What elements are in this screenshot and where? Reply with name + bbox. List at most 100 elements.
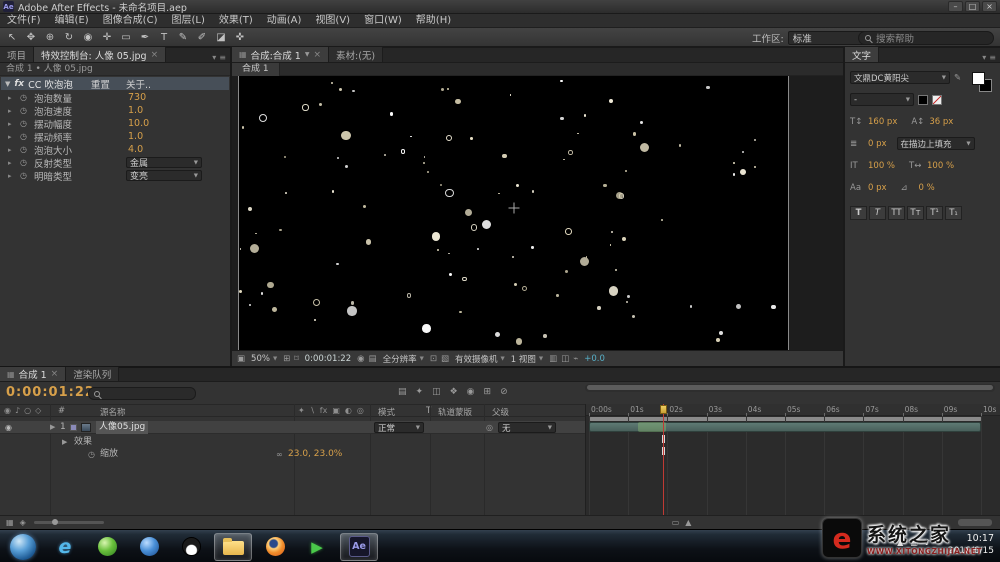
frame-blend-switch-icon[interactable]: ▣ [332, 406, 340, 415]
eye-icon[interactable]: ◉ [5, 421, 12, 434]
zoom-dropdown[interactable]: 50% ▼ [251, 354, 277, 364]
selection-tool-icon[interactable]: ↖ [4, 30, 20, 45]
start-taskbar-button[interactable] [4, 533, 42, 561]
brush-tool-icon[interactable]: ✎ [175, 30, 191, 45]
pickwhip-icon[interactable]: ◎ [486, 421, 493, 434]
property-value[interactable]: 1.0 [128, 105, 143, 116]
playhead-line[interactable] [663, 404, 664, 515]
current-timecode[interactable]: 0:00:01:22 [6, 385, 95, 400]
fill-stroke-mode-dropdown[interactable]: 在描边上填充 ▼ [897, 137, 975, 150]
snapshot-icon[interactable]: ◉ [357, 354, 364, 364]
close-button[interactable]: × [982, 1, 997, 12]
stopwatch-icon[interactable]: ◷ [20, 132, 29, 141]
eyedropper-icon[interactable]: ✎ [954, 73, 968, 83]
parent-dropdown[interactable]: 无 ▼ [498, 422, 556, 433]
panel-menu-icon[interactable]: ≡ [989, 53, 996, 62]
expander-icon[interactable]: ▸ [8, 94, 15, 102]
current-time-indicator[interactable] [660, 405, 667, 414]
menu-item-3[interactable]: 图层(L) [164, 14, 211, 28]
eraser-tool-icon[interactable]: ◪ [213, 30, 229, 45]
timeline-button-icon[interactable]: ⌁ [573, 354, 578, 364]
green-browser-taskbar-button[interactable] [88, 533, 126, 561]
expander-icon[interactable]: ▸ [8, 146, 15, 154]
horizontal-scale-value[interactable]: 100 % [927, 161, 954, 171]
3d-switch-icon[interactable]: ◎ [357, 406, 364, 415]
menu-item-6[interactable]: 视图(V) [308, 14, 357, 28]
stopwatch-icon[interactable]: ◷ [20, 158, 29, 167]
link-dimensions-icon[interactable]: ∞ [276, 448, 283, 461]
exposure-value[interactable]: +0.0 [584, 354, 605, 364]
panel-menu-icon[interactable]: ≡ [219, 53, 226, 62]
expander-icon[interactable]: ▸ [8, 133, 15, 141]
video-eye-icon[interactable]: ◉ [4, 406, 11, 415]
property-dropdown[interactable]: 金属▼ [126, 157, 202, 168]
small-caps-button[interactable]: Tᴛ [907, 206, 924, 220]
comp-breadcrumb-tab[interactable]: 合成 1 [232, 63, 280, 76]
type-tool-icon[interactable]: T [156, 30, 172, 45]
pan-behind-tool-icon[interactable]: ✛ [99, 30, 115, 45]
hand-tool-icon[interactable]: ✥ [23, 30, 39, 45]
zoom-in-icon[interactable]: ▲ [685, 518, 691, 527]
after-effects-taskbar-button[interactable]: Ae [340, 533, 378, 561]
expander-icon[interactable]: ▸ [8, 120, 15, 128]
font-style-dropdown[interactable]: - ▼ [850, 93, 914, 106]
expand-layers-icon[interactable]: ▦ [6, 518, 14, 527]
media-player-taskbar-button[interactable]: ▶ [298, 533, 336, 561]
time-ruler[interactable]: 0:00s01s02s03s04s05s06s07s08s09s10s [586, 404, 1000, 416]
menu-item-8[interactable]: 帮助(H) [409, 14, 458, 28]
close-icon[interactable]: × [313, 50, 321, 60]
no-color-swatch[interactable] [932, 95, 942, 105]
close-icon[interactable]: × [151, 50, 159, 60]
all-caps-button[interactable]: TT [888, 206, 905, 220]
menu-item-4[interactable]: 效果(T) [212, 14, 260, 28]
fx-switch-icon[interactable]: fx [320, 406, 328, 415]
region-of-interest-icon[interactable]: ⊡ [430, 354, 437, 364]
effect-header-row[interactable]: ▼ fx CC 吹泡泡 重置 关于.. [1, 77, 229, 90]
minimize-button[interactable]: – [948, 1, 963, 12]
tab-footage[interactable]: 素材:(无) [329, 47, 383, 62]
audio-icon[interactable]: ♪ [15, 406, 20, 415]
leading-value[interactable]: 36 px [929, 117, 953, 127]
layer-row[interactable]: ◉ ▶ 1 人像05.jpg 正常 ▼ ◎ 无 ▼ [0, 421, 585, 434]
quality-icon[interactable]: ✦ [298, 406, 305, 415]
menu-item-7[interactable]: 窗口(W) [357, 14, 409, 28]
faux-italic-button[interactable]: T [869, 206, 886, 220]
font-family-dropdown[interactable]: 文鼎DC黄阳尖 ▼ [850, 71, 950, 84]
tab-project[interactable]: 项目 [0, 47, 34, 62]
expander-icon[interactable]: ▼ [5, 80, 10, 88]
black-swatch[interactable] [918, 95, 928, 105]
blend-mode-dropdown[interactable]: 正常 ▼ [374, 422, 424, 433]
fast-preview-icon[interactable]: ◫ [561, 354, 569, 364]
view-layout-dropdown[interactable]: 1 视图 ▼ [511, 353, 543, 365]
timeline-search-input[interactable] [88, 387, 196, 400]
mask-visibility-icon[interactable]: ⌑ [294, 354, 298, 364]
qq-taskbar-button[interactable] [172, 533, 210, 561]
expander-icon[interactable]: ▸ [8, 107, 15, 115]
superscript-button[interactable]: T¹ [926, 206, 943, 220]
tab-effect-controls[interactable]: 特效控制台: 人像 05.jpg × [34, 47, 166, 62]
property-value[interactable]: 1.0 [128, 131, 143, 142]
rotation-tool-icon[interactable]: ↻ [61, 30, 77, 45]
hide-shy-icon[interactable]: ◫ [432, 387, 441, 397]
tab-timeline-comp[interactable]: ▦ 合成 1 × [0, 367, 66, 381]
property-value[interactable]: 4.0 [128, 144, 143, 155]
brainstorm-icon[interactable]: ⊘ [500, 387, 508, 397]
subscript-button[interactable]: T₁ [945, 206, 962, 220]
menu-item-5[interactable]: 动画(A) [260, 14, 309, 28]
column-mode[interactable]: 模式 [378, 406, 395, 418]
draft-3d-icon[interactable]: ✦ [416, 387, 424, 397]
maximize-button[interactable]: □ [965, 1, 980, 12]
stopwatch-icon[interactable]: ◷ [20, 145, 29, 154]
transfer-controls-icon[interactable]: ◈ [20, 518, 26, 527]
about-button[interactable]: 关于.. [126, 77, 151, 91]
fill-color-swatch[interactable] [972, 72, 985, 85]
mask-shape-tool-icon[interactable]: ▭ [118, 30, 134, 45]
timeline-zoom-slider[interactable] [34, 521, 104, 524]
baseline-shift-value[interactable]: 0 px [868, 183, 887, 193]
timeline-track-area[interactable]: 0:00s01s02s03s04s05s06s07s08s09s10s [585, 404, 1000, 515]
expander-icon[interactable]: ▸ [8, 172, 15, 180]
chevron-down-icon[interactable]: ▼ [305, 51, 310, 58]
faux-bold-button[interactable]: T [850, 206, 867, 220]
grid-options-icon[interactable]: ⊞ [283, 354, 290, 364]
menu-item-2[interactable]: 图像合成(C) [96, 14, 165, 28]
